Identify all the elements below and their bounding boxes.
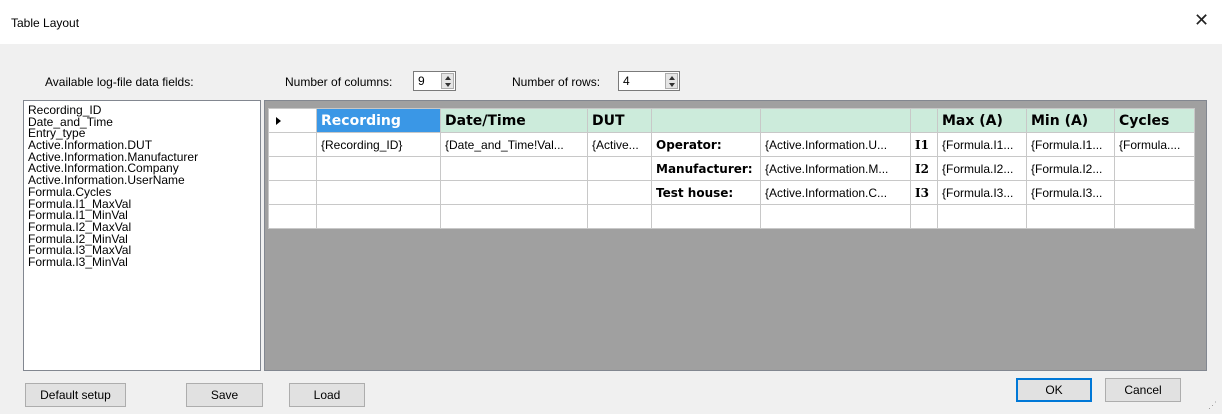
grid-cell[interactable]: Operator: [651,132,761,157]
available-fields-list[interactable]: Recording_ID Date_and_Time Entry_type Ac… [23,100,261,371]
grid-cell[interactable]: {Formula.... [1114,132,1195,157]
grid-cell[interactable] [440,156,588,181]
grid-cell[interactable]: Min (A) [1026,108,1115,133]
grid-cell[interactable] [910,204,938,229]
row-header[interactable] [268,204,317,229]
grid-cell[interactable] [587,180,652,205]
grid-cell[interactable] [440,204,588,229]
columns-value: 9 [418,74,425,88]
row-header[interactable] [268,180,317,205]
grid-cell[interactable] [1114,156,1195,181]
grid-cell[interactable]: {Active.Information.C... [760,180,911,205]
ok-button[interactable]: OK [1016,378,1092,402]
grid-cell[interactable]: I3 [910,180,938,205]
grid-cell[interactable]: DUT [587,108,652,133]
table-row [268,204,1195,229]
close-icon[interactable]: ✕ [1194,10,1209,30]
grid-cell[interactable] [587,204,652,229]
grid-cell[interactable]: {Recording_ID} [316,132,441,157]
grid-cell[interactable]: Max (A) [937,108,1027,133]
grid-cell[interactable]: {Date_and_Time!Val... [440,132,588,157]
columns-stepper[interactable]: 9 [413,71,456,91]
grid-cell[interactable] [910,108,938,133]
grid-cell[interactable]: {Formula.I1... [1026,132,1115,157]
grid-cell[interactable]: {Active... [587,132,652,157]
grid-cell[interactable] [937,204,1027,229]
grid-cell[interactable]: I2 [910,156,938,181]
grid-cell[interactable] [1114,204,1195,229]
rows-spin-buttons[interactable] [665,73,678,89]
grid-cell[interactable]: Recording [316,108,441,133]
grid-cell[interactable] [1026,204,1115,229]
grid-cell[interactable] [587,156,652,181]
grid-cell[interactable]: Date/Time [440,108,588,133]
grid-cell[interactable] [651,108,761,133]
row-header[interactable] [268,156,317,181]
grid-cell[interactable]: {Formula.I2... [1026,156,1115,181]
save-button[interactable]: Save [186,383,263,407]
spin-up-icon[interactable] [445,76,451,80]
fields-label: Available log-file data fields: [45,75,194,89]
grid-cell[interactable]: I1 [910,132,938,157]
grid-cell[interactable] [651,204,761,229]
layout-grid[interactable]: Recording Date/Time DUT Max (A) Min (A) … [264,100,1207,371]
resize-grip-icon[interactable]: ⋰ [1208,400,1220,412]
spin-up-icon[interactable] [669,76,675,80]
grid-cell[interactable]: {Formula.I1... [937,132,1027,157]
row-pointer-icon [276,116,281,125]
columns-label: Number of columns: [285,75,393,89]
grid-cell[interactable]: Test house: [651,180,761,205]
grid-cell[interactable]: {Formula.I3... [937,180,1027,205]
default-setup-button[interactable]: Default setup [25,383,126,407]
grid-cell[interactable] [316,156,441,181]
grid-cell[interactable] [760,108,911,133]
rows-value: 4 [623,74,630,88]
grid-cell[interactable] [316,180,441,205]
grid-cell[interactable]: {Active.Information.U... [760,132,911,157]
layout-table: Recording Date/Time DUT Max (A) Min (A) … [268,108,1195,229]
rows-stepper[interactable]: 4 [618,71,680,91]
table-row: {Recording_ID} {Date_and_Time!Val... {Ac… [268,132,1195,157]
grid-cell[interactable]: {Formula.I3... [1026,180,1115,205]
grid-cell[interactable] [760,204,911,229]
grid-cell[interactable]: {Active.Information.M... [760,156,911,181]
rows-label: Number of rows: [512,75,601,89]
grid-cell[interactable] [316,204,441,229]
table-row: Manufacturer: {Active.Information.M... I… [268,156,1195,181]
row-header[interactable] [268,108,317,133]
window-title: Table Layout [11,16,80,30]
table-row: Test house: {Active.Information.C... I3 … [268,180,1195,205]
grid-cell[interactable] [1114,180,1195,205]
grid-cell[interactable]: Manufacturer: [651,156,761,181]
spin-down-icon[interactable] [445,83,451,87]
columns-spin-buttons[interactable] [441,73,454,89]
title-bar: Table Layout ✕ [0,0,1222,44]
grid-cell[interactable] [440,180,588,205]
cancel-button[interactable]: Cancel [1105,378,1181,402]
load-button[interactable]: Load [289,383,365,407]
list-item[interactable]: Formula.I3_MinVal [28,256,260,269]
spin-down-icon[interactable] [669,83,675,87]
table-row: Recording Date/Time DUT Max (A) Min (A) … [268,108,1195,133]
grid-cell[interactable]: Cycles [1114,108,1195,133]
row-header[interactable] [268,132,317,157]
grid-cell[interactable]: {Formula.I2... [937,156,1027,181]
